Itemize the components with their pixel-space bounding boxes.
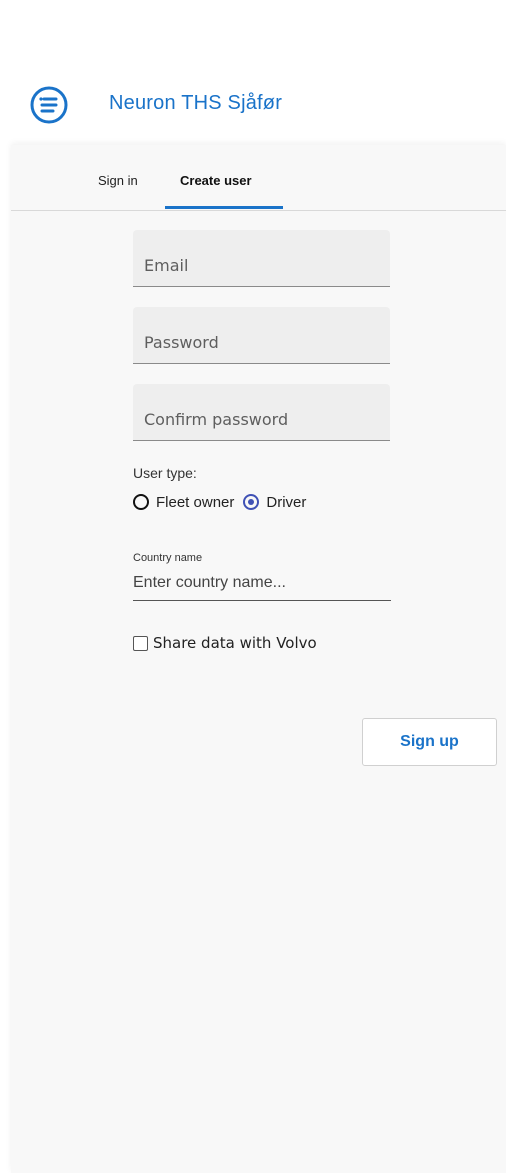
password-field-container [133, 307, 390, 364]
tab-bar: Sign in Create user [11, 145, 506, 211]
password-field[interactable] [133, 307, 390, 363]
fleet-owner-radio[interactable] [133, 494, 149, 510]
driver-radio[interactable] [243, 494, 260, 510]
share-data-row: Share data with Volvo [133, 634, 317, 652]
driver-radio-label[interactable]: Driver [266, 494, 306, 511]
auth-panel: Sign in Create user User type: Fleet own… [11, 145, 506, 1173]
menu-list-icon[interactable] [29, 85, 69, 125]
app-title: Neuron THS Sjåfør [109, 92, 283, 114]
share-data-checkbox[interactable] [133, 635, 148, 651]
user-type-radio-group: Fleet owner Driver [133, 490, 315, 514]
country-name-input[interactable] [133, 569, 391, 601]
email-field[interactable] [133, 230, 390, 286]
country-name-label: Country name [133, 552, 203, 564]
user-type-label: User type: [133, 465, 197, 481]
app-header: Neuron THS Sjåfør [0, 0, 506, 145]
tab-create-user[interactable]: Create user [180, 173, 252, 188]
confirm-password-field[interactable] [133, 384, 390, 440]
share-data-label[interactable]: Share data with Volvo [153, 634, 317, 652]
email-field-container [133, 230, 390, 287]
confirm-password-field-container [133, 384, 390, 441]
tab-sign-in[interactable]: Sign in [98, 173, 138, 188]
page: Neuron THS Sjåfør Sign in Create user Us… [0, 0, 506, 1173]
sign-up-button[interactable]: Sign up [362, 718, 497, 766]
active-tab-indicator [165, 206, 283, 209]
fleet-owner-radio-label[interactable]: Fleet owner [156, 494, 234, 511]
